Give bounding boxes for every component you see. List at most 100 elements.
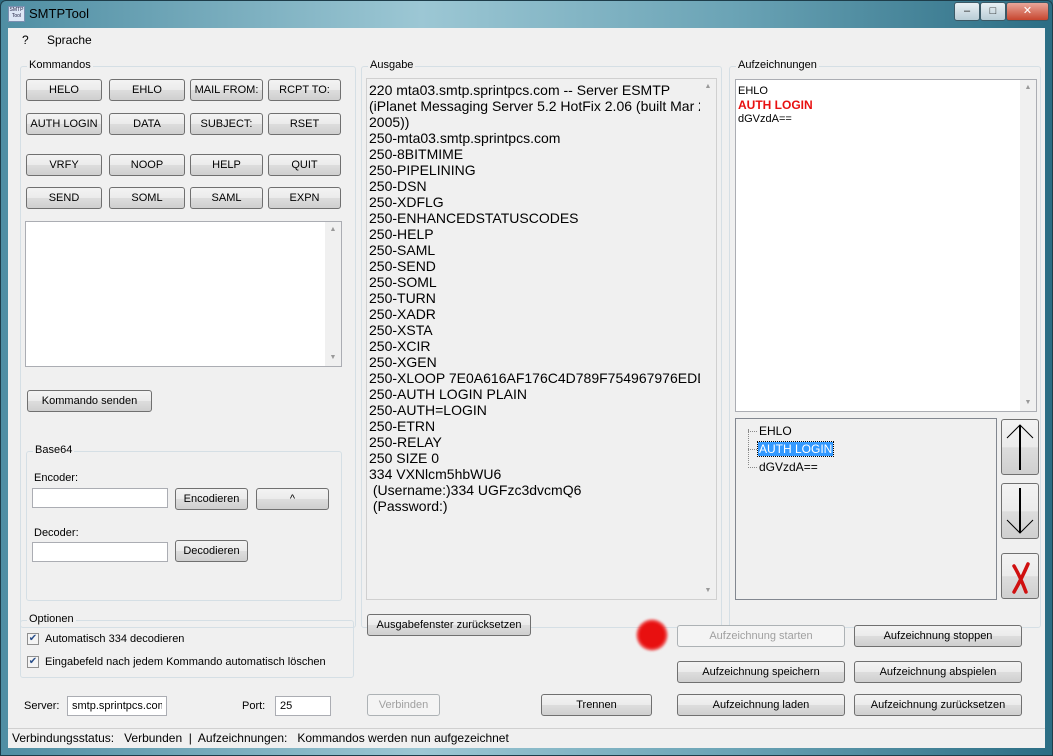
send-command-button[interactable]: Kommando senden xyxy=(27,390,152,412)
reset-output-button[interactable]: Ausgabefenster zurücksetzen xyxy=(367,614,531,636)
output-line: 250-XDFLG xyxy=(369,194,444,210)
command-button-ehlo[interactable]: EHLO xyxy=(109,79,185,101)
output-line: 250-SEND xyxy=(369,258,436,274)
tree-node-label: dGVzdA== xyxy=(759,460,818,474)
auto-decode-checkbox[interactable]: ✔ xyxy=(27,633,39,645)
command-button-saml[interactable]: SAML xyxy=(190,187,263,209)
start-recording-button[interactable]: Aufzeichnung starten xyxy=(677,625,845,647)
output-line: 250-XCIR xyxy=(369,338,431,354)
recordings-tree[interactable]: EHLO AUTH LOGIN dGVzdA== xyxy=(735,418,997,600)
kommandos-label: Kommandos xyxy=(27,59,93,71)
maximize-button[interactable]: □ xyxy=(980,2,1006,21)
client-area: ? Sprache Kommandos HELO EHLO MAIL FROM: RC… xyxy=(8,28,1045,748)
encode-button[interactable]: Encodieren xyxy=(175,488,248,510)
load-recording-button[interactable]: Aufzeichnung laden xyxy=(677,694,845,716)
arrow-down-icon xyxy=(1006,488,1034,534)
output-line: 250-8BITMIME xyxy=(369,146,464,162)
decode-button[interactable]: Decodieren xyxy=(175,540,248,562)
app-icon: SMTP Tool xyxy=(8,6,25,22)
output-line: 220 mta03.smtp.sprintpcs.com -- Server E… xyxy=(369,82,671,98)
output-line: 250-AUTH LOGIN PLAIN xyxy=(369,386,527,402)
tree-branch xyxy=(748,449,757,450)
options-group: Optionen xyxy=(20,613,354,678)
reset-recording-button[interactable]: Aufzeichnung zurücksetzen xyxy=(854,694,1022,716)
connect-button[interactable]: Verbinden xyxy=(367,694,440,716)
decoder-label: Decoder: xyxy=(34,527,79,539)
recordings-label: Aufzeichnungen xyxy=(736,59,819,71)
command-button-quit[interactable]: QUIT xyxy=(268,154,341,176)
status-bar: Verbindungsstatus: Verbunden | Aufzeichn… xyxy=(8,728,1045,748)
tree-node-label: EHLO xyxy=(759,424,792,438)
command-input[interactable]: ▲ ▼ xyxy=(25,221,342,367)
move-down-button[interactable] xyxy=(1001,483,1039,539)
tree-branch xyxy=(748,467,757,468)
output-line: 250-SOML xyxy=(369,274,437,290)
command-button-helo[interactable]: HELO xyxy=(26,79,102,101)
output-line: 250-ENHANCEDSTATUSCODES xyxy=(369,210,579,226)
command-button-rcpt-to[interactable]: RCPT TO: xyxy=(268,79,341,101)
output-textbox[interactable]: 220 mta03.smtp.sprintpcs.com -- Server E… xyxy=(366,78,717,600)
decoder-input[interactable] xyxy=(32,542,168,562)
close-button[interactable]: ✕ xyxy=(1006,2,1049,21)
command-button-expn[interactable]: EXPN xyxy=(268,187,341,209)
output-line: 250-XLOOP 7E0A616AF176C4D789F754967976ED… xyxy=(369,370,717,386)
red-x-icon xyxy=(1012,562,1030,594)
output-line: 250-XSTA xyxy=(369,322,433,338)
encoder-input[interactable] xyxy=(32,488,168,508)
command-button-help[interactable]: HELP xyxy=(190,154,263,176)
output-scrollbar[interactable]: ▲ ▼ xyxy=(700,79,716,599)
port-label: Port: xyxy=(242,700,266,712)
recording-log-entry: AUTH LOGIN xyxy=(738,98,813,112)
command-input-scrollbar[interactable]: ▲ ▼ xyxy=(325,222,341,366)
tree-node[interactable]: EHLO xyxy=(748,422,833,440)
menu-help[interactable]: ? xyxy=(22,33,29,47)
disconnect-button[interactable]: Trennen xyxy=(541,694,652,716)
auto-decode-label: Automatisch 334 decodieren xyxy=(45,633,185,645)
command-button-send[interactable]: SEND xyxy=(26,187,102,209)
output-line: 250-TURN xyxy=(369,290,436,306)
swap-button[interactable]: ^ xyxy=(256,488,329,510)
minimize-button[interactable]: – xyxy=(954,2,980,21)
output-line: 2005)) xyxy=(369,114,410,130)
encoder-label: Encoder: xyxy=(34,472,79,484)
tree-branch xyxy=(748,431,757,432)
tree-node-label: AUTH LOGIN xyxy=(756,441,835,457)
auto-clear-label: Eingabefeld nach jedem Kommando automati… xyxy=(45,656,326,668)
arrow-up-icon xyxy=(1006,424,1034,470)
output-line: 250-AUTH=LOGIN xyxy=(369,402,487,418)
command-button-soml[interactable]: SOML xyxy=(109,187,185,209)
menu-sprache[interactable]: Sprache xyxy=(47,33,92,47)
command-button-data[interactable]: DATA xyxy=(109,113,185,135)
port-input[interactable] xyxy=(275,696,331,716)
tree-node[interactable]: dGVzdA== xyxy=(748,458,833,476)
save-recording-button[interactable]: Aufzeichnung speichern xyxy=(677,661,845,683)
output-line: (Password:) xyxy=(369,498,448,514)
command-button-mail-from[interactable]: MAIL FROM: xyxy=(190,79,263,101)
command-button-subject[interactable]: SUBJECT: xyxy=(190,113,263,135)
move-up-button[interactable] xyxy=(1001,419,1039,475)
recording-log-entry: EHLO xyxy=(738,85,768,97)
command-button-rset[interactable]: RSET xyxy=(268,113,341,135)
recordings-log[interactable]: EHLO AUTH LOGIN dGVzdA== ▲ ▼ xyxy=(735,79,1037,412)
output-line: 250-RELAY xyxy=(369,434,442,450)
command-button-noop[interactable]: NOOP xyxy=(109,154,185,176)
recording-indicator xyxy=(636,619,668,651)
window-title: SMTPTool xyxy=(29,6,89,21)
play-recording-button[interactable]: Aufzeichnung abspielen xyxy=(854,661,1022,683)
stop-recording-button[interactable]: Aufzeichnung stoppen xyxy=(854,625,1022,647)
base64-label: Base64 xyxy=(33,444,75,456)
server-input[interactable] xyxy=(67,696,167,716)
command-button-vrfy[interactable]: VRFY xyxy=(26,154,102,176)
recordings-log-scrollbar[interactable]: ▲ ▼ xyxy=(1020,80,1036,411)
output-line: 250-SAML xyxy=(369,242,436,258)
output-label: Ausgabe xyxy=(368,59,416,71)
command-button-auth-login[interactable]: AUTH LOGIN xyxy=(26,113,102,135)
tree-node[interactable]: AUTH LOGIN xyxy=(748,440,835,458)
output-line: 250-PIPELINING xyxy=(369,162,476,178)
output-line: 250-XADR xyxy=(369,306,436,322)
output-line: 250-XGEN xyxy=(369,354,437,370)
output-line: (Username:)334 UGFzc3dvcmQ6 xyxy=(369,482,582,498)
options-label: Optionen xyxy=(27,613,76,625)
auto-clear-checkbox[interactable]: ✔ xyxy=(27,656,39,668)
delete-entry-button[interactable] xyxy=(1001,553,1039,599)
